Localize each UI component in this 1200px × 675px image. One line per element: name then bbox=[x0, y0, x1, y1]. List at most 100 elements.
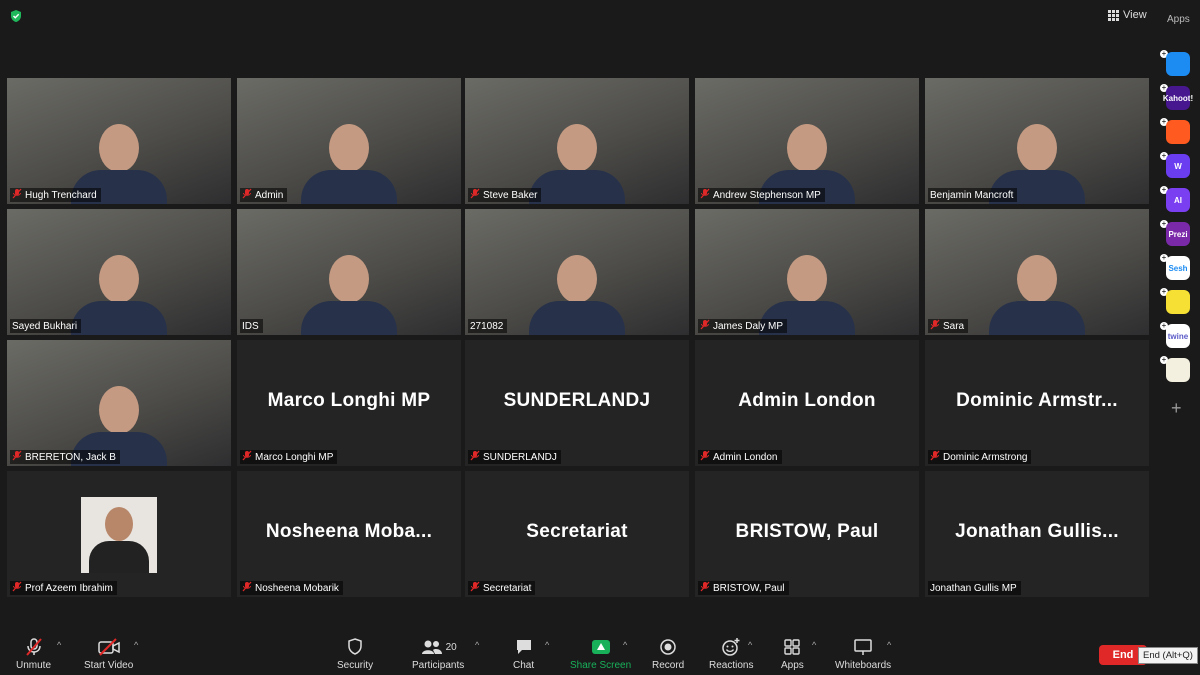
avatar bbox=[81, 497, 157, 573]
apps-options-caret-icon[interactable]: ^ bbox=[812, 640, 816, 650]
participant-name: Benjamin Mancroft bbox=[930, 189, 1014, 201]
audio-options-caret-icon[interactable]: ^ bbox=[57, 640, 61, 650]
muted-mic-icon bbox=[242, 581, 252, 595]
apps-panel-title: Apps bbox=[1167, 14, 1190, 25]
rail-app-icon[interactable]: twine bbox=[1166, 324, 1190, 348]
participant-tile[interactable]: Dominic Armstr... Dominic Armstrong bbox=[925, 340, 1149, 466]
rail-app-icon[interactable] bbox=[1166, 290, 1190, 314]
chat-bubble-icon bbox=[514, 636, 534, 658]
participant-display-name: Jonathan Gullis... bbox=[955, 520, 1119, 542]
rail-app-icon[interactable]: W bbox=[1166, 154, 1190, 178]
share-screen-button[interactable]: Share Screen bbox=[570, 636, 631, 671]
reactions-button[interactable]: Reactions bbox=[709, 636, 753, 671]
muted-mic-icon bbox=[700, 450, 710, 464]
rail-app-icon[interactable]: Kahoot! bbox=[1163, 86, 1193, 110]
security-button[interactable]: Security bbox=[337, 636, 373, 671]
participants-options-caret-icon[interactable]: ^ bbox=[475, 640, 479, 650]
participant-tile[interactable]: James Daly MP bbox=[695, 209, 919, 335]
video-feed bbox=[465, 78, 689, 204]
participant-display-name: Marco Longhi MP bbox=[267, 389, 431, 411]
participant-name: Dominic Armstrong bbox=[943, 451, 1028, 463]
whiteboards-options-caret-icon[interactable]: ^ bbox=[887, 640, 891, 650]
video-feed bbox=[237, 209, 461, 335]
participant-tile[interactable]: BRISTOW, Paul BRISTOW, Paul bbox=[695, 471, 919, 597]
rail-app-icon[interactable]: AI bbox=[1166, 188, 1190, 212]
participants-button[interactable]: 20 Participants bbox=[412, 636, 464, 671]
rail-app-icon[interactable]: Prezi bbox=[1166, 222, 1190, 246]
video-feed bbox=[925, 78, 1149, 204]
apps-rail: + + + Kahoot! + + W + AI + Prezi + Sesh + + twine + bbox=[1160, 48, 1200, 428]
participant-tile[interactable]: Sara bbox=[925, 209, 1149, 335]
add-app-icon[interactable]: + bbox=[1171, 398, 1182, 419]
person-silhouette bbox=[989, 245, 1085, 335]
muted-mic-icon bbox=[470, 581, 480, 595]
participant-name-label: Secretariat bbox=[468, 581, 536, 595]
participant-tile[interactable]: Marco Longhi MP Marco Longhi MP bbox=[237, 340, 461, 466]
share-screen-icon bbox=[591, 640, 610, 654]
participant-name: James Daly MP bbox=[713, 320, 784, 332]
muted-mic-icon bbox=[470, 188, 480, 202]
participant-name-label: Steve Baker bbox=[468, 188, 542, 202]
apps-button[interactable]: Apps bbox=[781, 636, 804, 671]
participant-tile[interactable]: Prof Azeem Ibrahim bbox=[7, 471, 231, 597]
share-options-caret-icon[interactable]: ^ bbox=[623, 640, 627, 650]
rail-app-icon[interactable] bbox=[1166, 358, 1190, 382]
participant-tile[interactable]: Nosheena Moba... Nosheena Mobarik bbox=[237, 471, 461, 597]
security-label: Security bbox=[337, 660, 374, 671]
start-video-button[interactable]: Start Video bbox=[84, 636, 133, 671]
share-screen-label: Share Screen bbox=[570, 660, 632, 671]
participant-display-name: Secretariat bbox=[526, 520, 628, 542]
participant-name-label: BRERETON, Jack B bbox=[10, 450, 120, 464]
unmute-button[interactable]: Unmute bbox=[16, 636, 51, 671]
participant-name: Admin bbox=[255, 189, 284, 201]
view-button[interactable]: View bbox=[1108, 6, 1147, 24]
participant-tile[interactable]: Steve Baker bbox=[465, 78, 689, 204]
unmute-label: Unmute bbox=[16, 660, 52, 671]
participant-name-label: Marco Longhi MP bbox=[240, 450, 338, 464]
muted-mic-icon bbox=[12, 450, 22, 464]
record-button[interactable]: Record bbox=[652, 636, 684, 671]
participant-name-label: Andrew Stephenson MP bbox=[698, 188, 825, 202]
participant-tile[interactable]: Admin London Admin London bbox=[695, 340, 919, 466]
person-silhouette bbox=[71, 245, 167, 335]
share-screen-icon-wrap bbox=[591, 636, 610, 658]
muted-mic-icon bbox=[242, 188, 252, 202]
participants-count: 20 bbox=[445, 641, 457, 653]
participant-tile[interactable]: BRERETON, Jack B bbox=[7, 340, 231, 466]
participant-tile[interactable]: 271082 bbox=[465, 209, 689, 335]
participant-name-label: BRISTOW, Paul bbox=[698, 581, 789, 595]
participant-name: Marco Longhi MP bbox=[255, 451, 334, 463]
participant-tile[interactable]: Admin bbox=[237, 78, 461, 204]
participant-tile[interactable]: Sayed Bukhari bbox=[7, 209, 231, 335]
encryption-shield-icon[interactable] bbox=[9, 9, 23, 23]
muted-mic-icon bbox=[700, 581, 710, 595]
participant-tile[interactable]: Jonathan Gullis... Jonathan Gullis MP bbox=[925, 471, 1149, 597]
participant-tile[interactable]: IDS bbox=[237, 209, 461, 335]
apps-icon bbox=[782, 636, 802, 658]
reactions-options-caret-icon[interactable]: ^ bbox=[748, 640, 752, 650]
chat-button[interactable]: Chat bbox=[513, 636, 534, 671]
rail-app-icon[interactable]: Sesh bbox=[1166, 256, 1190, 280]
participant-tile[interactable]: Hugh Trenchard bbox=[7, 78, 231, 204]
rail-app-icon[interactable] bbox=[1166, 120, 1190, 144]
whiteboards-button[interactable]: Whiteboards bbox=[835, 636, 891, 671]
participant-tile[interactable]: Secretariat Secretariat bbox=[465, 471, 689, 597]
participant-name: 271082 bbox=[470, 320, 504, 332]
record-label: Record bbox=[652, 660, 685, 671]
rail-app-icon[interactable] bbox=[1166, 52, 1190, 76]
participant-tile[interactable]: Andrew Stephenson MP bbox=[695, 78, 919, 204]
video-feed bbox=[7, 209, 231, 335]
video-options-caret-icon[interactable]: ^ bbox=[134, 640, 138, 650]
participant-name: IDS bbox=[242, 320, 259, 332]
person-silhouette bbox=[301, 114, 397, 204]
participant-name-label: Prof Azeem Ibrahim bbox=[10, 581, 117, 595]
participant-tile[interactable]: Benjamin Mancroft bbox=[925, 78, 1149, 204]
chat-options-caret-icon[interactable]: ^ bbox=[545, 640, 549, 650]
participant-name-label: Hugh Trenchard bbox=[10, 188, 101, 202]
participant-name: Sayed Bukhari bbox=[12, 320, 78, 332]
participant-name-label: Nosheena Mobarik bbox=[240, 581, 343, 595]
participant-tile[interactable]: SUNDERLANDJ SUNDERLANDJ bbox=[465, 340, 689, 466]
participant-name-label: Sayed Bukhari bbox=[10, 319, 82, 333]
video-feed bbox=[465, 209, 689, 335]
participant-name-label: Sara bbox=[928, 319, 969, 333]
